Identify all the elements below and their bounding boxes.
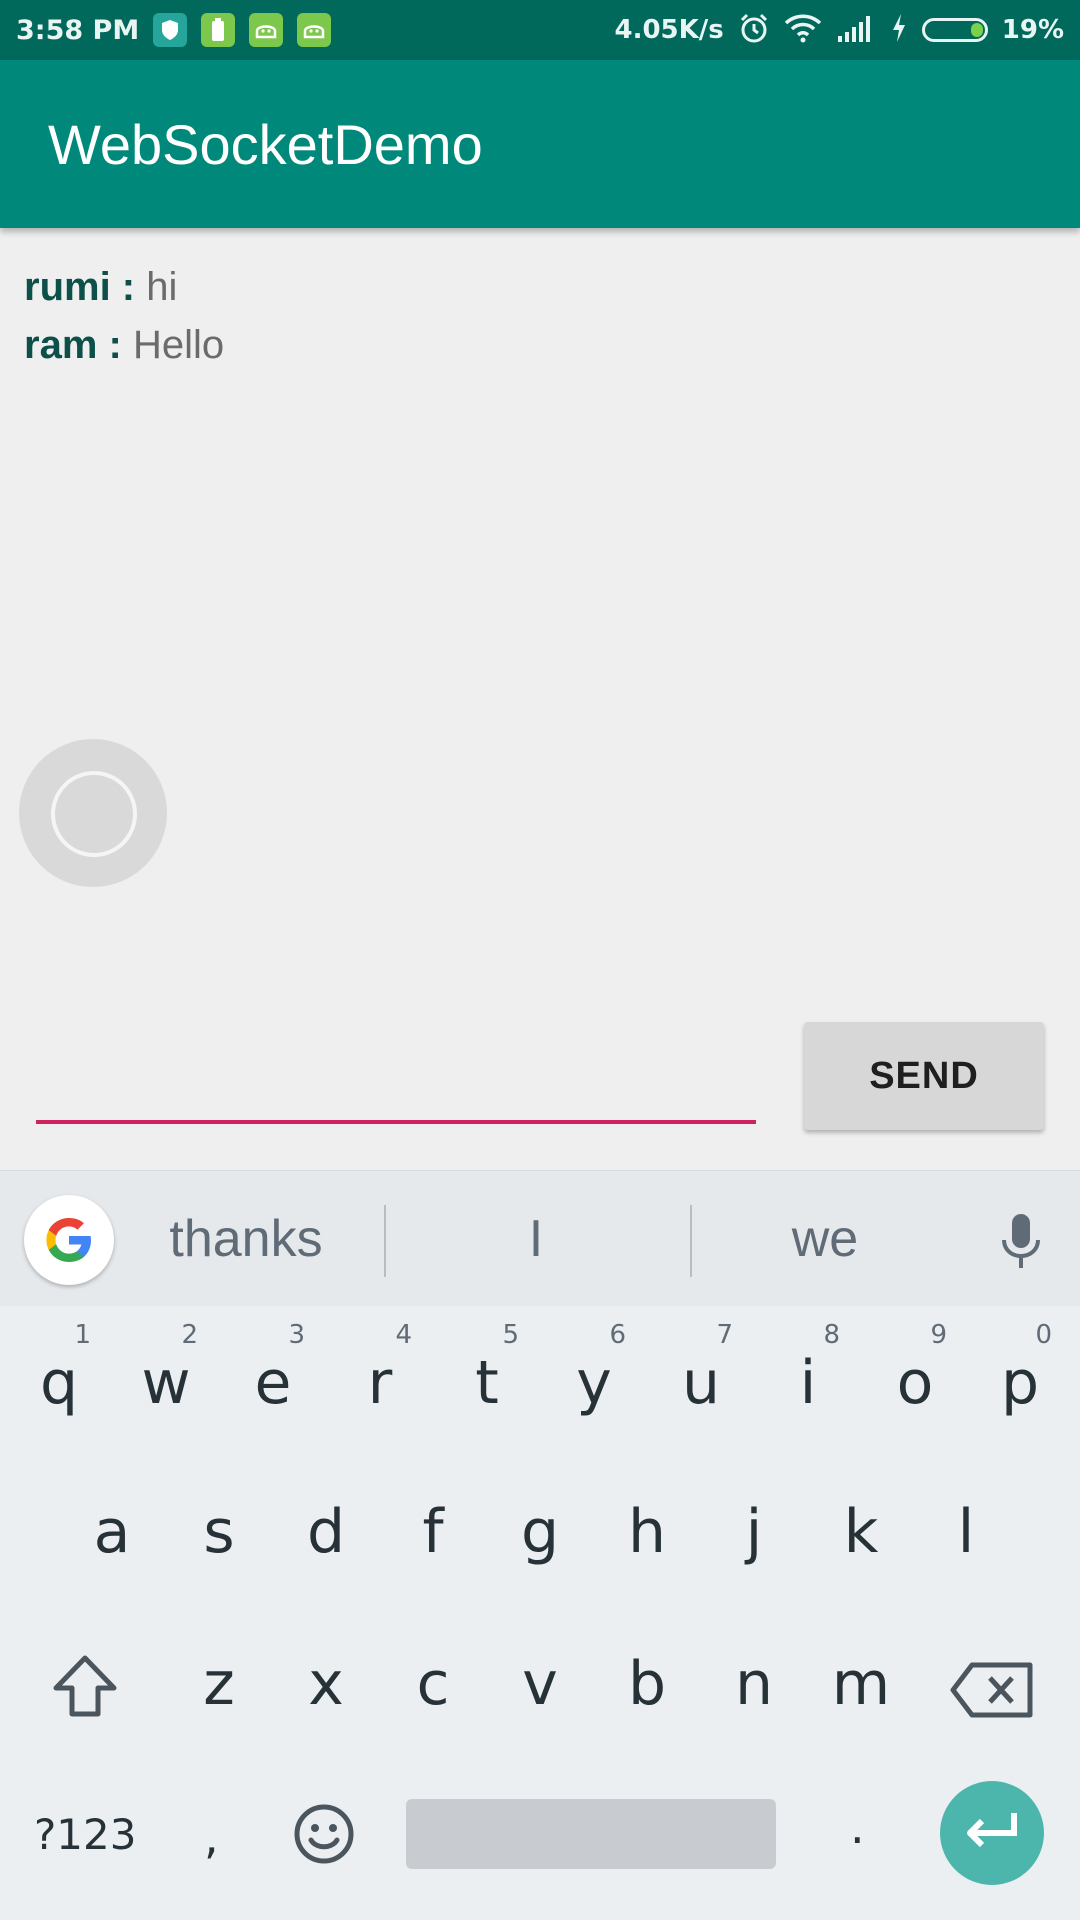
key-w[interactable]: 2w bbox=[112, 1320, 220, 1418]
suggestion-item[interactable]: thanks bbox=[146, 1209, 346, 1269]
space-bar[interactable] bbox=[406, 1799, 776, 1869]
assistive-touch-button[interactable] bbox=[19, 739, 167, 887]
key-p[interactable]: 0p bbox=[966, 1320, 1074, 1418]
app-bar: WebSocketDemo bbox=[0, 60, 1080, 228]
message-item: rumi : hi bbox=[24, 258, 224, 316]
period-key[interactable]: . bbox=[850, 1800, 865, 1854]
key-a[interactable]: a bbox=[58, 1497, 166, 1567]
suggestion-item[interactable]: we bbox=[725, 1209, 925, 1269]
signal-icon bbox=[836, 14, 876, 46]
key-g[interactable]: g bbox=[486, 1497, 594, 1567]
key-z[interactable]: z bbox=[165, 1649, 273, 1719]
enter-icon bbox=[962, 1809, 1022, 1858]
key-e[interactable]: 3e bbox=[219, 1320, 327, 1418]
message-item: ram : Hello bbox=[24, 316, 224, 374]
status-left: 3:58 PM bbox=[16, 13, 332, 47]
message-text: Hello bbox=[132, 323, 225, 367]
key-n[interactable]: n bbox=[700, 1649, 808, 1719]
send-button[interactable]: SEND bbox=[804, 1022, 1044, 1130]
battery-percent: 19% bbox=[1001, 15, 1064, 45]
key-b[interactable]: b bbox=[593, 1649, 701, 1719]
app-title: WebSocketDemo bbox=[48, 112, 483, 176]
key-d[interactable]: d bbox=[272, 1497, 380, 1567]
backspace-icon[interactable] bbox=[950, 1662, 1034, 1723]
key-t[interactable]: 5t bbox=[433, 1320, 541, 1418]
key-u[interactable]: 7u bbox=[647, 1320, 755, 1418]
status-right: 4.05K/s 19% bbox=[614, 12, 1064, 48]
battery-icon bbox=[921, 18, 988, 42]
shift-icon[interactable] bbox=[50, 1652, 120, 1727]
key-y[interactable]: 6y bbox=[540, 1320, 648, 1418]
key-m[interactable]: m bbox=[807, 1649, 915, 1719]
shield-icon bbox=[153, 13, 188, 47]
message-text: hi bbox=[146, 265, 178, 309]
key-s[interactable]: s bbox=[165, 1497, 273, 1567]
google-icon[interactable] bbox=[24, 1195, 114, 1285]
key-k[interactable]: k bbox=[807, 1497, 915, 1567]
suggestion-divider bbox=[384, 1205, 386, 1277]
suggestion-divider bbox=[690, 1205, 692, 1277]
key-l[interactable]: l bbox=[912, 1497, 1020, 1567]
assistive-touch-ring bbox=[51, 771, 137, 857]
message-list: rumi : hi ram : Hello bbox=[24, 258, 224, 374]
charging-icon bbox=[890, 13, 908, 47]
message-user: ram : bbox=[24, 323, 122, 367]
alarm-icon bbox=[738, 12, 770, 48]
android-icon bbox=[249, 13, 284, 47]
wifi-icon bbox=[784, 13, 822, 47]
suggestion-item[interactable]: I bbox=[436, 1209, 636, 1269]
message-user: rumi : bbox=[24, 265, 136, 309]
enter-key[interactable] bbox=[940, 1781, 1044, 1885]
key-i[interactable]: 8i bbox=[754, 1320, 862, 1418]
key-o[interactable]: 9o bbox=[861, 1320, 969, 1418]
message-input[interactable] bbox=[36, 1040, 756, 1124]
android-icon bbox=[297, 13, 332, 47]
key-q[interactable]: 1q bbox=[5, 1320, 113, 1418]
key-r[interactable]: 4r bbox=[326, 1320, 434, 1418]
battery-app-icon bbox=[201, 13, 236, 47]
mic-icon[interactable] bbox=[996, 1212, 1046, 1277]
key-f[interactable]: f bbox=[379, 1497, 487, 1567]
emoji-icon[interactable] bbox=[292, 1802, 356, 1871]
symbols-key[interactable]: ?123 bbox=[34, 1810, 136, 1859]
key-v[interactable]: v bbox=[486, 1649, 594, 1719]
key-c[interactable]: c bbox=[379, 1649, 487, 1719]
key-h[interactable]: h bbox=[593, 1497, 701, 1567]
key-x[interactable]: x bbox=[272, 1649, 380, 1719]
comma-key[interactable]: , bbox=[204, 1810, 219, 1864]
net-speed: 4.05K/s bbox=[614, 15, 724, 45]
status-time: 3:58 PM bbox=[16, 14, 140, 46]
key-j[interactable]: j bbox=[700, 1497, 808, 1567]
status-bar: 3:58 PM 4.05K/s 19% bbox=[0, 0, 1080, 60]
suggestion-bar: thanks I we bbox=[0, 1170, 1080, 1307]
